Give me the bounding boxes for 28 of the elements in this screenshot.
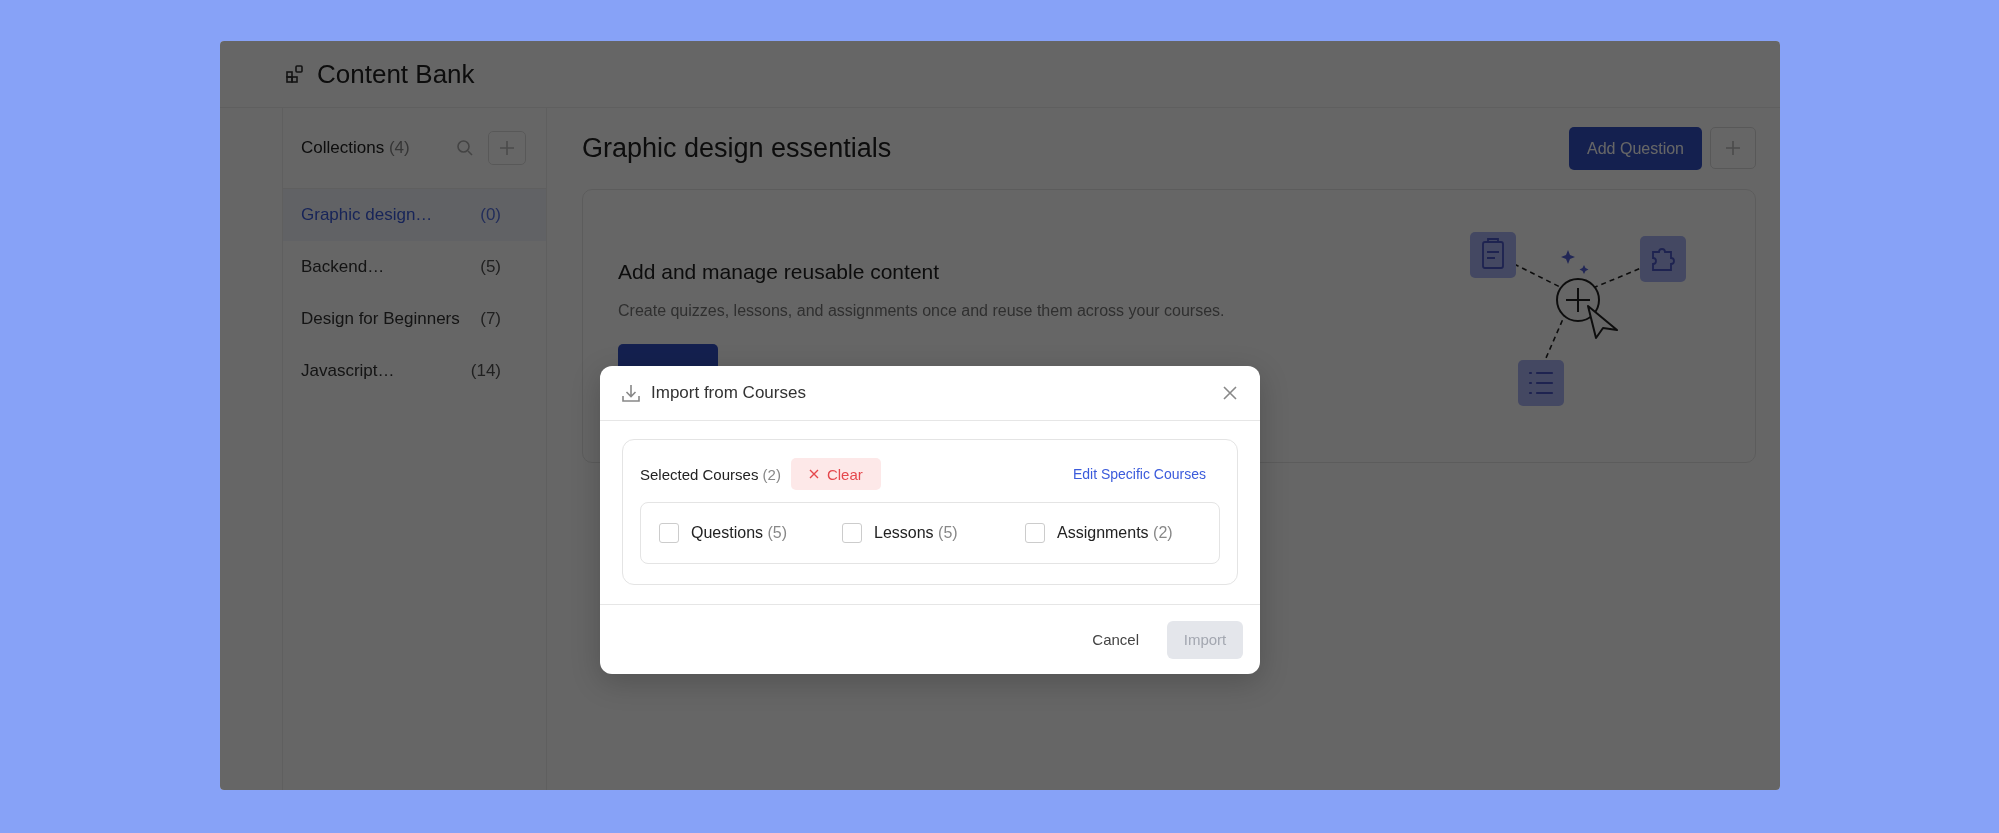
dialog-title: Import from Courses bbox=[651, 383, 807, 403]
option-label: Assignments (2) bbox=[1057, 524, 1173, 542]
edit-courses-link[interactable]: Edit Specific Courses bbox=[1072, 466, 1206, 482]
search-icon[interactable] bbox=[456, 139, 474, 157]
download-icon bbox=[621, 383, 641, 403]
collection-item[interactable]: Javascript… (14) bbox=[283, 345, 546, 397]
add-button[interactable] bbox=[1710, 127, 1756, 169]
collection-item[interactable]: Design for Beginners (7) bbox=[283, 293, 546, 345]
blocks-icon bbox=[285, 64, 305, 84]
add-collection-button[interactable] bbox=[488, 131, 526, 165]
add-question-button[interactable]: Add Question bbox=[1569, 127, 1702, 170]
close-icon[interactable] bbox=[1222, 385, 1238, 401]
checkbox[interactable] bbox=[842, 523, 862, 543]
collection-item[interactable]: Graphic design… (0) bbox=[283, 189, 546, 241]
checkbox[interactable] bbox=[659, 523, 679, 543]
collection-item[interactable]: Backend… (5) bbox=[283, 241, 546, 293]
plus-icon bbox=[499, 140, 515, 156]
close-icon bbox=[808, 469, 819, 479]
page-title: Graphic design essentials bbox=[582, 133, 892, 164]
selected-courses-label: Selected Courses (2) bbox=[640, 465, 781, 483]
option-label: Lessons (5) bbox=[874, 524, 958, 542]
empty-state-heading: Add and manage reusable content bbox=[618, 260, 941, 284]
checkbox[interactable] bbox=[1025, 523, 1045, 543]
plus-icon bbox=[1725, 140, 1741, 156]
option-label: Questions (5) bbox=[691, 524, 788, 542]
clear-button[interactable]: Clear bbox=[790, 458, 881, 490]
cancel-button[interactable]: Cancel bbox=[1086, 630, 1145, 649]
app-title: Content Bank bbox=[317, 58, 475, 90]
